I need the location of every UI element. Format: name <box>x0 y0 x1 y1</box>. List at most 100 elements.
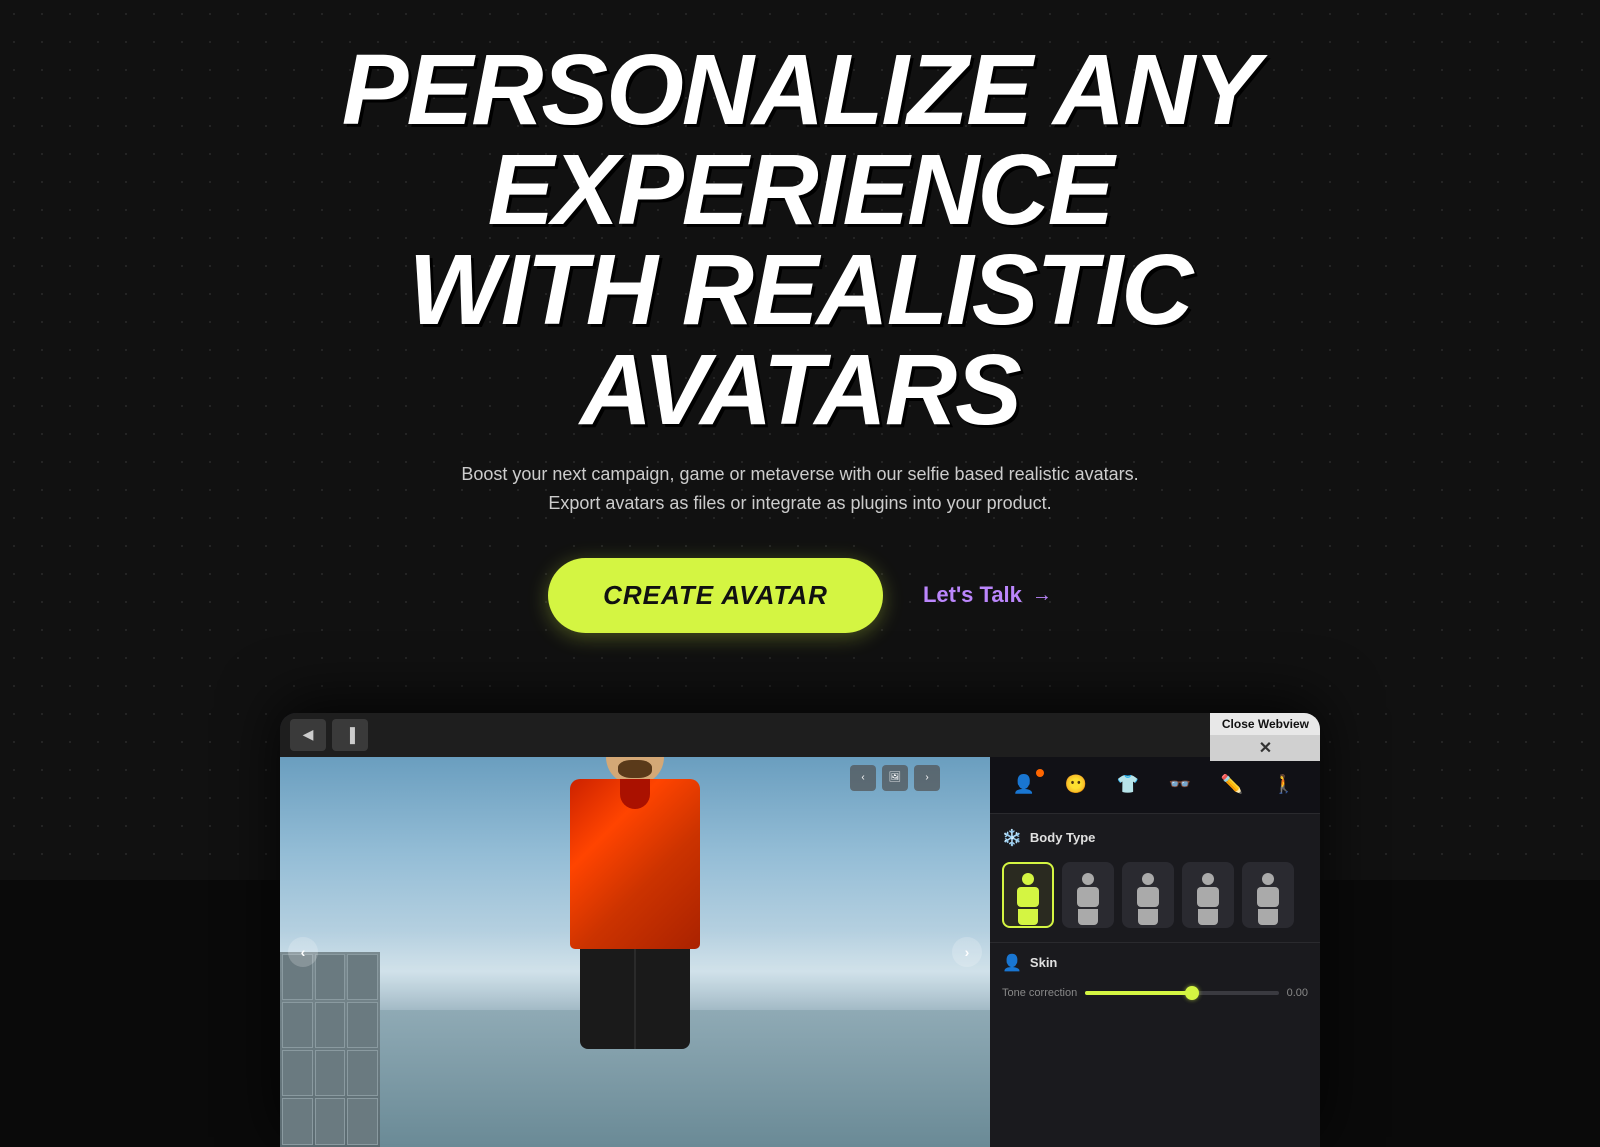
body-type-icon: ❄️ <box>1002 828 1022 848</box>
clothing-tab-icon: 👕 <box>1117 774 1139 795</box>
topbar-button-1[interactable]: ◀ <box>290 719 326 751</box>
page-wrapper: PERSONALIZE ANY EXPERIENCE WITH REALISTI… <box>0 0 1600 1147</box>
tone-slider-track[interactable] <box>1085 991 1278 995</box>
tone-slider-fill <box>1085 991 1191 995</box>
tone-slider-thumb[interactable] <box>1185 986 1199 1000</box>
wall-tile <box>347 954 378 1000</box>
body-type-option-5[interactable] <box>1242 862 1294 928</box>
accessories-tab-icon: 👓 <box>1169 774 1191 795</box>
lets-talk-button[interactable]: Let's Talk → <box>923 582 1052 608</box>
body-figure-head-4 <box>1202 873 1214 885</box>
body-type-section: ❄️ Body Type <box>990 814 1320 942</box>
preview-main: ‹ › ‹ 🖼 › 👤 😶 <box>280 757 1320 1147</box>
tab-accessories[interactable]: 👓 <box>1156 765 1204 805</box>
topbar-left: ◀ ▐ <box>290 719 368 751</box>
body-figure-legs-5 <box>1258 909 1278 925</box>
edit-tab-icon: ✏️ <box>1221 774 1243 795</box>
close-webview-label[interactable]: Close Webview <box>1210 713 1320 735</box>
body-figure-torso-2 <box>1077 887 1099 907</box>
avatar-figure <box>570 757 700 1050</box>
hero-title-line1: PERSONALIZE ANY EXPERIENCE <box>342 34 1258 246</box>
panel-tabs: 👤 😶 👕 👓 ✏️ 🚶 <box>990 757 1320 814</box>
wall-tile <box>315 1002 346 1048</box>
tab-pose[interactable]: 🚶 <box>1260 765 1308 805</box>
tab-face[interactable]: 😶 <box>1052 765 1100 805</box>
hero-title: PERSONALIZE ANY EXPERIENCE WITH REALISTI… <box>200 40 1400 440</box>
tone-slider-row: Tone correction 0.00 <box>1002 987 1308 999</box>
viewport-nav-left-button[interactable]: ‹ <box>288 937 318 967</box>
body-figure-3 <box>1136 873 1160 917</box>
body-type-option-1[interactable] <box>1002 862 1054 928</box>
body-figure-legs-1 <box>1018 909 1038 925</box>
wall-tile <box>347 1098 378 1144</box>
topbar-button-2[interactable]: ▐ <box>332 719 368 751</box>
viewport-nav-btn-left[interactable]: ‹ <box>850 765 876 791</box>
skin-label: Skin <box>1030 955 1057 970</box>
wall-tile <box>282 1050 313 1096</box>
body-figure-head-2 <box>1082 873 1094 885</box>
body-figure-legs-3 <box>1138 909 1158 925</box>
body-figure-torso-1 <box>1017 887 1039 907</box>
lets-talk-arrow-icon: → <box>1032 584 1052 607</box>
body-type-option-4[interactable] <box>1182 862 1234 928</box>
cta-row: CREATE AVATAR Let's Talk → <box>200 558 1400 633</box>
body-figure-5 <box>1256 873 1280 917</box>
hero-section: PERSONALIZE ANY EXPERIENCE WITH REALISTI… <box>0 0 1600 713</box>
wall-tile <box>282 1002 313 1048</box>
hero-subtitle: Boost your next campaign, game or metave… <box>450 460 1150 518</box>
topbar-icon-2: ▐ <box>345 727 355 743</box>
avatar-pants <box>580 949 690 1049</box>
tone-correction-value: 0.00 <box>1287 987 1308 999</box>
body-type-option-3[interactable] <box>1122 862 1174 928</box>
body-figure-torso-5 <box>1257 887 1279 907</box>
body-figure-torso-3 <box>1137 887 1159 907</box>
close-webview-popup: Close Webview ✕ <box>1210 713 1320 761</box>
skin-section: 👤 Skin Tone correction 0.00 <box>990 942 1320 1009</box>
face-tab-icon: 😶 <box>1065 774 1087 795</box>
preview-topbar: ◀ ▐ Close Webview ✕ <box>280 713 1320 757</box>
topbar-icon-1: ◀ <box>303 726 314 743</box>
body-type-options <box>1002 862 1308 928</box>
avatar-viewport: ‹ › ‹ 🖼 › <box>280 757 990 1147</box>
wall-tile <box>315 1050 346 1096</box>
tone-correction-label: Tone correction <box>1002 987 1077 999</box>
body-figure-legs-4 <box>1198 909 1218 925</box>
lets-talk-label: Let's Talk <box>923 582 1022 608</box>
body-figure-2 <box>1076 873 1100 917</box>
body-figure-head-5 <box>1262 873 1274 885</box>
skin-header: 👤 Skin <box>1002 953 1308 973</box>
viewport-top-nav: ‹ 🖼 › <box>850 765 940 791</box>
tab-edit[interactable]: ✏️ <box>1208 765 1256 805</box>
tab-clothing[interactable]: 👕 <box>1104 765 1152 805</box>
viewport-screenshot-icon[interactable]: 🖼 <box>882 765 908 791</box>
viewport-nav-btn-right[interactable]: › <box>914 765 940 791</box>
body-figure-legs-2 <box>1078 909 1098 925</box>
avatar-body <box>570 779 700 949</box>
side-wall <box>280 952 380 1147</box>
tab-body[interactable]: 👤 <box>1000 765 1048 805</box>
skin-icon: 👤 <box>1002 953 1022 973</box>
wall-tile <box>347 1002 378 1048</box>
body-figure-head-3 <box>1142 873 1154 885</box>
tab-body-badge <box>1036 769 1044 777</box>
preview-container: ◀ ▐ Close Webview ✕ <box>280 713 1320 1147</box>
body-figure-torso-4 <box>1197 887 1219 907</box>
body-tab-icon: 👤 <box>1013 774 1035 795</box>
wall-tile <box>347 1050 378 1096</box>
customization-panel: 👤 😶 👕 👓 ✏️ 🚶 <box>990 757 1320 1147</box>
close-webview-x-button[interactable]: ✕ <box>1210 735 1320 761</box>
wall-tile <box>282 1098 313 1144</box>
body-figure-head-1 <box>1022 873 1034 885</box>
body-type-header: ❄️ Body Type <box>1002 828 1308 848</box>
body-type-label: Body Type <box>1030 830 1096 845</box>
body-figure-4 <box>1196 873 1220 917</box>
create-avatar-button[interactable]: CREATE AVATAR <box>548 558 883 633</box>
body-type-option-2[interactable] <box>1062 862 1114 928</box>
viewport-nav-right-button[interactable]: › <box>952 937 982 967</box>
pose-tab-icon: 🚶 <box>1273 774 1295 795</box>
avatar-beard <box>618 760 652 778</box>
hero-title-line2: WITH REALISTIC AVATARS <box>408 234 1191 446</box>
wall-tile <box>315 1098 346 1144</box>
wall-tile <box>315 954 346 1000</box>
body-figure-1 <box>1016 873 1040 917</box>
